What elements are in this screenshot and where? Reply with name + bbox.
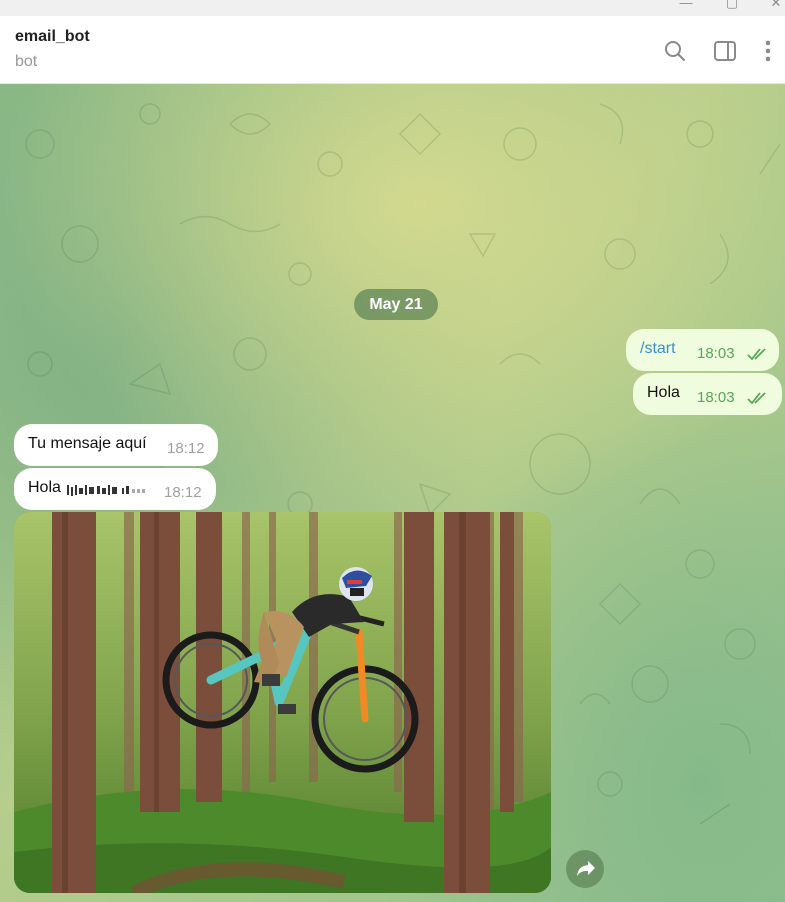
message-bubble-incoming[interactable]: Tu mensaje aquí 18:12 <box>14 424 218 466</box>
share-arrow-icon <box>577 861 595 876</box>
message-text: Hola <box>647 384 680 401</box>
message-text: Tu mensaje aquí <box>28 435 147 452</box>
date-separator: May 21 <box>354 289 438 320</box>
sidebar-toggle-icon[interactable] <box>712 38 738 64</box>
minimize-button[interactable]: — <box>666 0 706 14</box>
window-titlebar: — ▢ ✕ <box>0 0 785 16</box>
chat-header: email_bot bot <box>0 16 785 84</box>
message-bubble-incoming[interactable]: Hola 18:12 <box>14 468 216 510</box>
message-time: 18:12 <box>164 484 202 501</box>
read-checkmarks-icon <box>747 348 766 361</box>
message-photo[interactable] <box>14 512 551 893</box>
chat-area[interactable]: May 21 /start 18:03 Hola 18:03 Tu mensaj… <box>0 84 785 902</box>
more-vert-icon[interactable] <box>755 38 781 64</box>
chat-title[interactable]: email_bot <box>15 28 90 46</box>
message-time: 18:12 <box>167 440 205 457</box>
maximize-button[interactable]: ▢ <box>712 0 752 14</box>
message-bubble-outgoing[interactable]: Hola 18:03 <box>633 373 782 415</box>
message-time: 18:03 <box>697 389 735 406</box>
chat-subtitle: bot <box>15 53 38 70</box>
search-icon[interactable] <box>662 38 688 64</box>
close-button[interactable]: ✕ <box>756 0 785 14</box>
read-checkmarks-icon <box>747 392 766 405</box>
message-time: 18:03 <box>697 345 735 362</box>
bot-command-link[interactable]: /start <box>640 340 676 358</box>
message-bubble-outgoing[interactable]: /start 18:03 <box>626 329 779 371</box>
message-text: Hola <box>28 479 61 496</box>
bike-forest-image <box>14 512 551 893</box>
share-button[interactable] <box>566 850 604 888</box>
garbled-text-glyphs <box>67 485 145 496</box>
